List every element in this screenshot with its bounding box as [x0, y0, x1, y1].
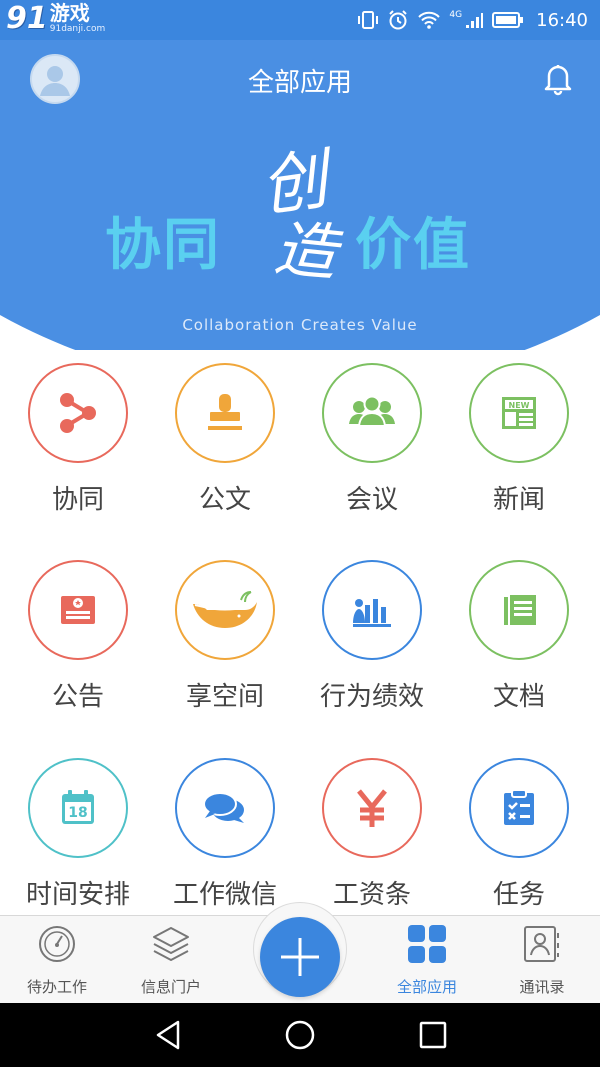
app-tile-xiangkongjian[interactable]: 享空间	[152, 552, 298, 742]
tab-all-apps[interactable]: 全部应用	[372, 916, 482, 1004]
status-bar: 91 游戏 91danji.com 4G 16:40	[0, 0, 600, 40]
watermark-url: 91danji.com	[49, 24, 106, 34]
battery-icon	[492, 12, 524, 28]
slogan-right: 价值	[355, 212, 471, 278]
slogan-left: 协同	[105, 212, 221, 278]
contacts-icon	[524, 926, 559, 962]
stamp-icon	[208, 394, 242, 430]
share-nodes-icon	[60, 393, 96, 433]
alarm-icon	[389, 10, 408, 30]
wifi-icon	[418, 11, 441, 29]
app-label: 文档	[492, 682, 545, 712]
add-button[interactable]	[260, 917, 340, 997]
people-icon	[349, 395, 395, 427]
tab-label: 信息门户	[140, 978, 201, 996]
app-tile-shijiananpai[interactable]: 18 时间安排	[5, 750, 151, 940]
announcement-icon	[61, 596, 95, 624]
calendar-day: 18	[68, 805, 87, 821]
app-tile-gongwen[interactable]: 公文	[152, 355, 298, 545]
recents-icon[interactable]	[415, 1017, 451, 1053]
gauge-icon	[39, 926, 75, 962]
system-nav-bar	[0, 1003, 600, 1067]
watermark-text: 游戏	[49, 1, 90, 25]
app-label: 公文	[198, 485, 251, 515]
signal-icon	[466, 13, 484, 28]
slogan-center-bottom: 造	[270, 210, 341, 291]
app-label: 享空间	[185, 682, 264, 712]
tab-portal[interactable]: 信息门户	[116, 916, 226, 1004]
newspaper-icon: NEW	[502, 397, 536, 429]
app-label: 会议	[345, 485, 398, 515]
bar-chart-icon	[353, 599, 391, 627]
app-label: 公告	[51, 682, 104, 712]
header-banner: 全部应用 协同 创 造 价值 Collaboration Creates Val…	[0, 40, 600, 350]
app-tile-xietong[interactable]: 协同	[5, 355, 151, 545]
watermark-number: 91	[6, 1, 48, 36]
plus-icon	[281, 938, 319, 976]
app-tile-wendang[interactable]: 文档	[446, 552, 592, 742]
svg-text:NEW: NEW	[509, 401, 530, 410]
network-type: 4G	[449, 10, 463, 20]
app-label: 协同	[51, 485, 104, 515]
page-title: 全部应用	[247, 68, 352, 98]
tab-contacts[interactable]: 通讯录	[487, 916, 597, 1004]
tab-label: 待办工作	[26, 978, 87, 996]
app-tile-huiyi[interactable]: 会议	[299, 355, 445, 545]
clipboard-icon	[504, 789, 534, 825]
app-tile-xinwen[interactable]: NEW 新闻	[446, 355, 592, 545]
vibrate-icon	[358, 11, 379, 29]
yen-icon	[357, 789, 387, 827]
document-icon	[504, 595, 536, 625]
slogan-calligraphy: 创 造	[255, 130, 365, 290]
calendar-icon: 18	[62, 790, 94, 824]
watermark-logo: 91 游戏 91danji.com	[6, 2, 105, 38]
bell-icon[interactable]	[540, 60, 576, 96]
tab-label: 通讯录	[519, 978, 565, 996]
back-icon[interactable]	[150, 1017, 186, 1053]
tab-label: 全部应用	[396, 978, 457, 996]
app-label: 任务	[492, 880, 545, 910]
app-label: 时间安排	[25, 880, 130, 910]
app-label: 新闻	[492, 485, 545, 515]
slogan-banner: 协同 创 造 价值	[0, 141, 600, 310]
tab-todo[interactable]: 待办工作	[2, 916, 112, 1004]
app-tile-renwu[interactable]: 任务	[446, 750, 592, 940]
chat-bubbles-icon	[203, 792, 244, 823]
app-tile-gonggao[interactable]: 公告	[5, 552, 151, 742]
status-time: 16:40	[536, 9, 588, 31]
tagline: Collaboration Creates Value	[182, 316, 418, 334]
layers-icon	[153, 927, 189, 961]
whale-icon	[193, 591, 257, 628]
home-icon[interactable]	[282, 1017, 318, 1053]
app-label: 行为绩效	[319, 682, 424, 712]
app-tile-xingweijixiao[interactable]: 行为绩效	[299, 552, 445, 742]
grid-icon	[408, 925, 446, 963]
app-grid: 协同 公文 会议 NEW 新闻 公告 享空间 行为绩效 文档 18 时间安排 工…	[0, 355, 600, 915]
